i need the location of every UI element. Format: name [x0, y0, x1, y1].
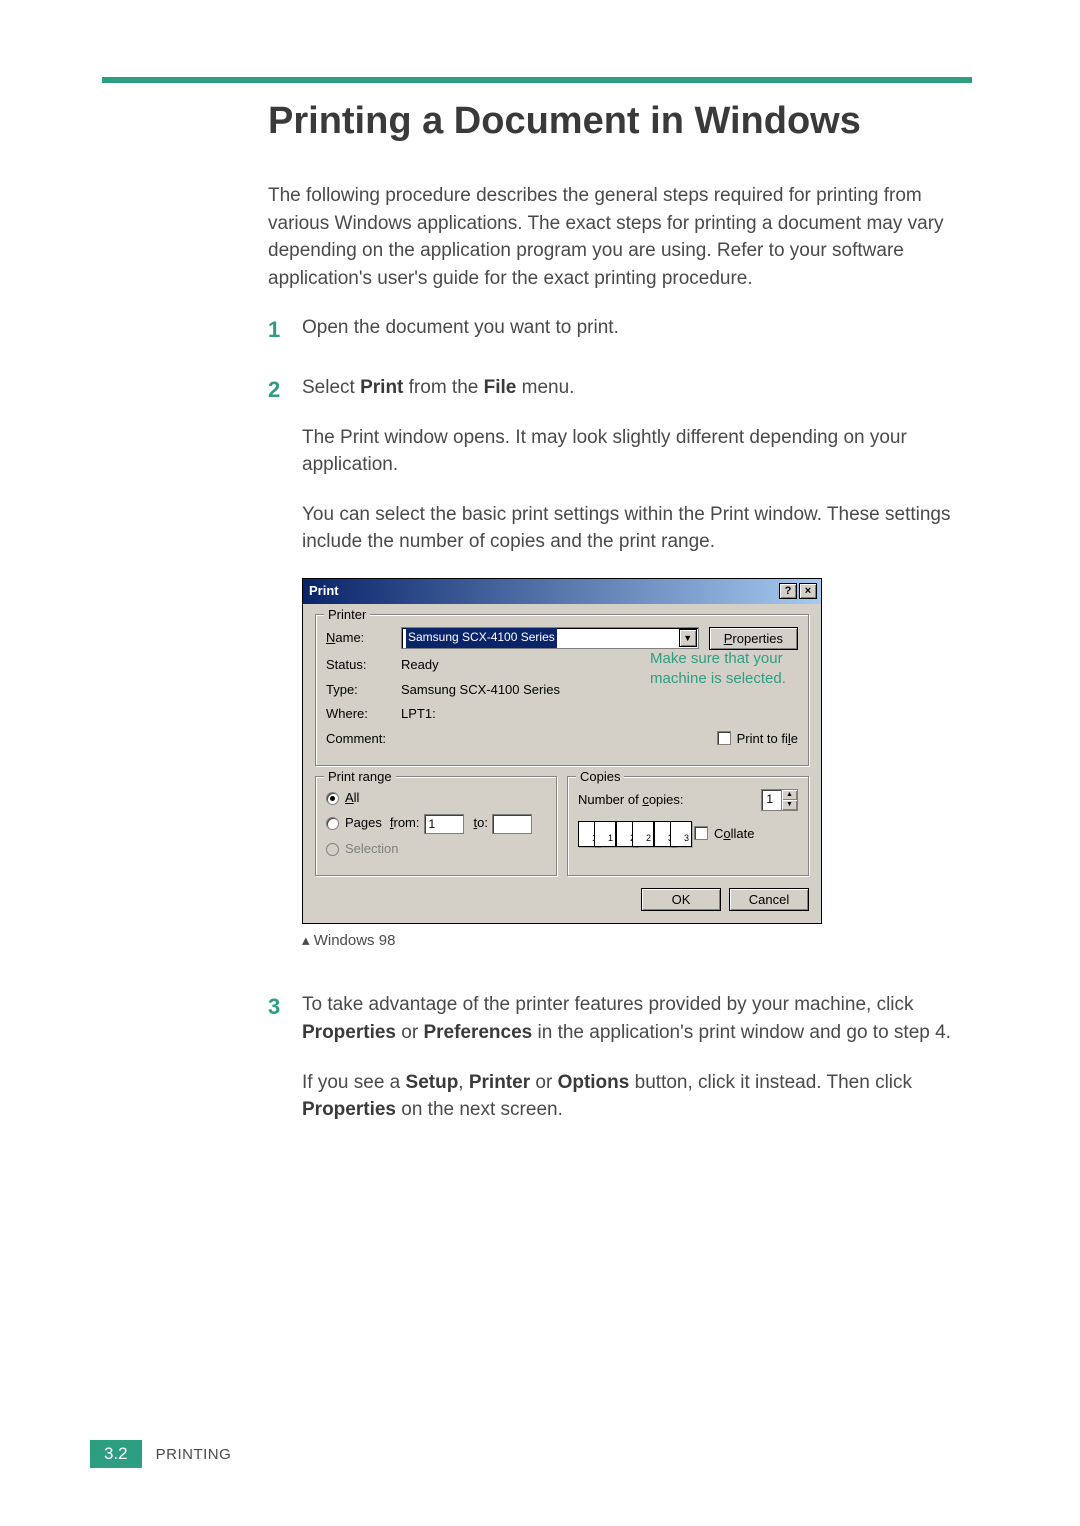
steps-list: 1 Open the document you want to print. 2… [268, 314, 972, 1123]
where-value: LPT1: [401, 705, 436, 724]
row-collate: Collate [578, 821, 798, 847]
step-text: Open the document you want to print. [302, 314, 972, 342]
selected-printer: Samsung SCX-4100 Series [406, 628, 557, 647]
step-number: 3 [268, 991, 302, 1123]
radio-pages[interactable]: Pages from: 1 to: [326, 814, 546, 834]
cancel-button[interactable]: Cancel [729, 888, 809, 911]
print-to-file-checkbox[interactable]: Print to file [717, 730, 798, 749]
ok-button[interactable]: OK [641, 888, 721, 911]
page-number: 3.2 [90, 1440, 142, 1468]
page-footer: 3.2 PRINTING [90, 1440, 231, 1468]
section-name: PRINTING [156, 1446, 232, 1463]
to-input[interactable] [492, 814, 532, 834]
header-rule [102, 77, 972, 83]
callout-text: Make sure that your machine is selected. [650, 649, 840, 690]
page-title: Printing a Document in Windows [268, 100, 972, 143]
dialog-body: Name: Samsung SCX-4100 Series ▼ Properti… [303, 604, 821, 923]
radio-disabled-icon [326, 843, 339, 856]
print-dialog: Print ? × Name: Samsung [302, 578, 822, 924]
radio-off-icon [326, 817, 339, 830]
row-where: Where: LPT1: [326, 705, 798, 724]
chevron-down-icon[interactable]: ▼ [781, 800, 797, 810]
copies-value: 1 [762, 791, 781, 808]
type-value: Samsung SCX-4100 Series [401, 681, 560, 700]
step-2: 2 Select Print from the File menu. The P… [268, 374, 972, 961]
printer-group: Name: Samsung SCX-4100 Series ▼ Properti… [315, 614, 809, 766]
main-content: The following procedure describes the ge… [268, 182, 972, 1152]
dialog-title: Print [309, 582, 339, 601]
comment-label: Comment: [326, 730, 401, 749]
copies-spinner[interactable]: 1 ▲ ▼ [761, 789, 798, 811]
step-1: 1 Open the document you want to print. [268, 314, 972, 346]
status-label: Status: [326, 656, 401, 675]
step-3: 3 To take advantage of the printer featu… [268, 991, 972, 1123]
step-text: You can select the basic print settings … [302, 501, 972, 556]
spinner-buttons: ▲ ▼ [781, 790, 797, 810]
step-text: Select Print from the File menu. [302, 374, 972, 402]
step-number: 2 [268, 374, 302, 961]
type-label: Type: [326, 681, 401, 700]
print-dialog-screenshot: Print ? × Name: Samsung [302, 578, 972, 952]
row-name: Name: Samsung SCX-4100 Series ▼ Properti… [326, 627, 798, 650]
help-button[interactable]: ? [779, 583, 797, 599]
checkbox-icon [694, 826, 708, 840]
printer-select[interactable]: Samsung SCX-4100 Series ▼ [401, 627, 699, 649]
radio-on-icon [326, 792, 339, 805]
dialog-titlebar: Print ? × [303, 579, 821, 604]
screenshot-caption: Windows 98 [302, 930, 972, 952]
properties-button[interactable]: Properties [709, 627, 798, 650]
step-body: Open the document you want to print. [302, 314, 972, 346]
collate-icon [578, 821, 686, 847]
chevron-down-icon: ▼ [679, 629, 697, 647]
name-label: Name: [326, 629, 401, 648]
from-input[interactable]: 1 [424, 814, 464, 834]
where-label: Where: [326, 705, 401, 724]
radio-selection: Selection [326, 840, 546, 859]
step-number: 1 [268, 314, 302, 346]
checkbox-icon [717, 731, 731, 745]
close-button[interactable]: × [799, 583, 817, 599]
titlebar-buttons: ? × [779, 583, 817, 599]
print-range-group: All Pages from: 1 to: [315, 776, 557, 876]
step-text: To take advantage of the printer feature… [302, 991, 972, 1046]
collate-checkbox[interactable]: Collate [694, 825, 754, 844]
status-value: Ready [401, 656, 439, 675]
intro-paragraph: The following procedure describes the ge… [268, 182, 972, 292]
copies-group: Number of copies: 1 ▲ ▼ [567, 776, 809, 876]
step-body: Select Print from the File menu. The Pri… [302, 374, 972, 961]
row-numcopies: Number of copies: 1 ▲ ▼ [578, 789, 798, 811]
step-text: If you see a Setup, Printer or Options b… [302, 1069, 972, 1124]
dialog-buttons: OK Cancel [315, 888, 809, 911]
radio-all[interactable]: All [326, 789, 546, 808]
chevron-up-icon[interactable]: ▲ [781, 790, 797, 800]
step-text: The Print window opens. It may look slig… [302, 424, 972, 479]
range-copies-row: All Pages from: 1 to: [315, 776, 809, 882]
step-body: To take advantage of the printer feature… [302, 991, 972, 1123]
row-comment: Comment: Print to file [326, 730, 798, 749]
